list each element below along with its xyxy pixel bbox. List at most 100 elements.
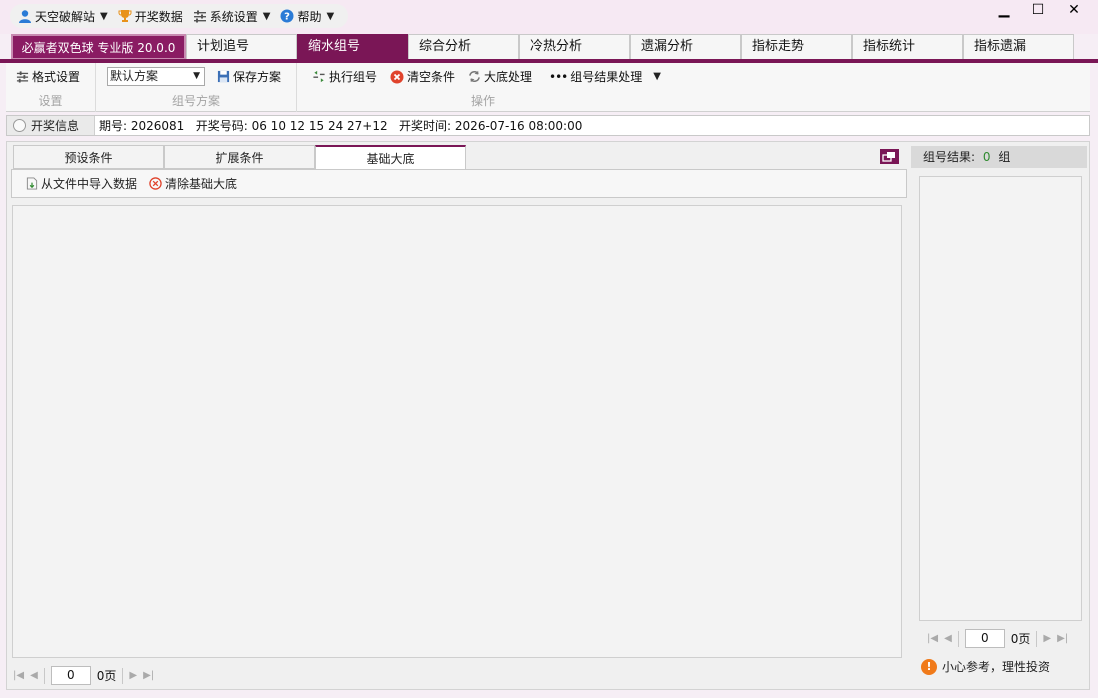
collapse-icon [13, 119, 26, 132]
tab-comprehensive-analysis[interactable]: 综合分析 [408, 34, 519, 60]
result-pager: |◀ ◀ 0 0页 ▶ ▶| [927, 629, 1068, 648]
draw-info-text: 期号: 2026081 开奖号码: 06 10 12 15 24 27+12 开… [99, 119, 583, 133]
tab-base-pool[interactable]: 基础大底 [315, 145, 466, 170]
main-tabs: 必赢者双色球 专业版 20.0.0 计划追号 缩水组号 综合分析 冷热分析 遗漏… [11, 34, 1074, 60]
pager-divider [122, 667, 124, 684]
result-panel: 组号结果: 0 组 |◀ ◀ 0 0页 ▶ ▶| ! 小心参考，理性投资 [911, 146, 1087, 687]
page-number-input[interactable]: 0 [50, 666, 91, 685]
chevron-down-icon: ▼ [262, 10, 271, 22]
lottery-data-label: 开奖数据 [134, 9, 183, 24]
result-label: 组号结果: [923, 150, 976, 164]
base-pool-pager: |◀ ◀ 0 0页 ▶ ▶| [13, 666, 154, 685]
sliders-icon [16, 71, 29, 83]
draw-info-bar: 开奖信息 期号: 2026081 开奖号码: 06 10 12 15 24 27… [6, 115, 1090, 136]
base-pool-list[interactable] [12, 205, 902, 658]
refresh-icon [469, 70, 480, 83]
risk-tip: ! 小心参考，理性投资 [921, 658, 1050, 675]
tab-extended-conditions[interactable]: 扩展条件 [164, 145, 315, 169]
account-menu[interactable]: 天空破解站 ▼ [18, 8, 108, 25]
tab-preset-conditions[interactable]: 预设条件 [13, 145, 164, 169]
tab-indicator-trend[interactable]: 指标走势 [741, 34, 852, 60]
title-bar: 天空破解站 ▼ 开奖数据 系统设置 ▼ ? 帮助 ▼ ▁ ☐ ✕ [0, 0, 1098, 34]
chevron-down-icon: ▼ [653, 71, 661, 82]
prev-page-icon[interactable]: ◀ [30, 670, 38, 681]
group-caption-settings: 设置 [38, 94, 63, 108]
execute-icon [313, 70, 325, 83]
tab-hot-cold-analysis[interactable]: 冷热分析 [519, 34, 630, 60]
ribbon-group-scheme: 默认方案 ▼ 保存方案 组号方案 [96, 63, 297, 112]
user-icon [19, 10, 31, 23]
format-settings-button[interactable]: 格式设置 [16, 68, 80, 85]
close-icon: ✕ [1068, 2, 1080, 18]
minimize-icon: ▁ [998, 2, 1010, 18]
content-area: 预设条件 扩展条件 基础大底 从文件中导入数据 清除基础大底 |◀ ◀ 0 0页… [6, 141, 1090, 690]
tab-indicator-missing[interactable]: 指标遗漏 [963, 34, 1074, 60]
base-process-label: 大底处理 [484, 70, 533, 84]
maximize-icon: ☐ [1031, 2, 1045, 18]
base-pool-toolbar: 从文件中导入数据 清除基础大底 [11, 169, 907, 198]
result-list[interactable] [919, 176, 1082, 621]
system-settings-menu[interactable]: 系统设置 ▼ [193, 8, 271, 25]
group-caption-operation: 操作 [470, 94, 495, 108]
pager-divider [43, 667, 45, 684]
tab-missing-analysis[interactable]: 遗漏分析 [630, 34, 741, 60]
help-label: 帮助 [297, 9, 322, 24]
save-scheme-button[interactable]: 保存方案 [217, 68, 281, 85]
draw-info-toggle[interactable]: 开奖信息 [7, 116, 95, 135]
result-header: 组号结果: 0 组 [911, 146, 1087, 168]
draw-info-header: 开奖信息 [31, 119, 80, 133]
quick-menu: 天空破解站 ▼ 开奖数据 系统设置 ▼ ? 帮助 ▼ [10, 4, 349, 28]
group-caption-scheme: 组号方案 [171, 94, 220, 108]
next-page-icon[interactable]: ▶ [129, 670, 137, 681]
first-page-icon[interactable]: |◀ [13, 670, 24, 681]
tab-indicator-stats[interactable]: 指标统计 [852, 34, 963, 60]
base-process-button[interactable]: 大底处理 [468, 68, 532, 85]
more-icon: ••• [549, 69, 568, 84]
execute-combination-button[interactable]: 执行组号 [312, 68, 377, 85]
pager-divider [1036, 630, 1038, 647]
chevron-down-icon: ▼ [326, 10, 335, 22]
clear-conditions-button[interactable]: 清空条件 [390, 68, 455, 85]
help-icon: ? [280, 9, 294, 23]
clear-circle-icon [149, 177, 162, 190]
result-unit: 组 [998, 150, 1011, 164]
svg-text:?: ? [285, 12, 291, 23]
clear-icon [390, 70, 404, 83]
import-label: 从文件中导入数据 [41, 177, 138, 191]
import-from-file-button[interactable]: 从文件中导入数据 [26, 175, 137, 192]
result-process-button[interactable]: ••• 组号结果处理 ▼ [549, 68, 661, 85]
last-page-icon[interactable]: ▶| [1057, 633, 1068, 644]
last-page-icon[interactable]: ▶| [143, 670, 154, 681]
scheme-select[interactable]: 默认方案 ▼ [107, 67, 205, 86]
restore-window-icon[interactable] [880, 149, 899, 164]
prev-page-icon[interactable]: ◀ [944, 633, 952, 644]
sub-tabs: 预设条件 扩展条件 基础大底 [13, 145, 466, 170]
clear-base-label: 清除基础大底 [165, 177, 238, 191]
tab-shrink-combination[interactable]: 缩水组号 [297, 34, 408, 60]
help-menu[interactable]: ? 帮助 ▼ [280, 8, 334, 25]
clear-base-pool-button[interactable]: 清除基础大底 [149, 175, 237, 192]
result-count: 0 [982, 150, 991, 164]
first-page-icon[interactable]: |◀ [927, 633, 938, 644]
ribbon-group-settings: 格式设置 设置 [6, 63, 96, 112]
close-button[interactable]: ✕ [1058, 0, 1090, 20]
account-label: 天空破解站 [35, 9, 96, 24]
scheme-select-value: 默认方案 [110, 69, 159, 83]
app-brand-tab[interactable]: 必赢者双色球 专业版 20.0.0 [11, 34, 186, 60]
pager-divider [957, 630, 959, 647]
chevron-down-icon: ▼ [193, 71, 200, 81]
format-settings-label: 格式设置 [32, 70, 81, 84]
risk-tip-text: 小心参考，理性投资 [942, 660, 1051, 674]
page-total-label: 0页 [96, 669, 117, 683]
minimize-button[interactable]: ▁ [988, 0, 1020, 20]
chevron-down-icon: ▼ [100, 10, 108, 22]
tab-plan-tracking[interactable]: 计划追号 [186, 34, 297, 60]
result-page-input[interactable]: 0 [964, 629, 1005, 648]
next-page-icon[interactable]: ▶ [1043, 633, 1051, 644]
maximize-button[interactable]: ☐ [1022, 0, 1054, 20]
warning-icon: ! [921, 658, 937, 675]
save-scheme-label: 保存方案 [233, 70, 282, 84]
lottery-data-menu[interactable]: 开奖数据 [118, 8, 183, 25]
trophy-icon [118, 10, 132, 22]
sliders-icon [193, 10, 206, 23]
